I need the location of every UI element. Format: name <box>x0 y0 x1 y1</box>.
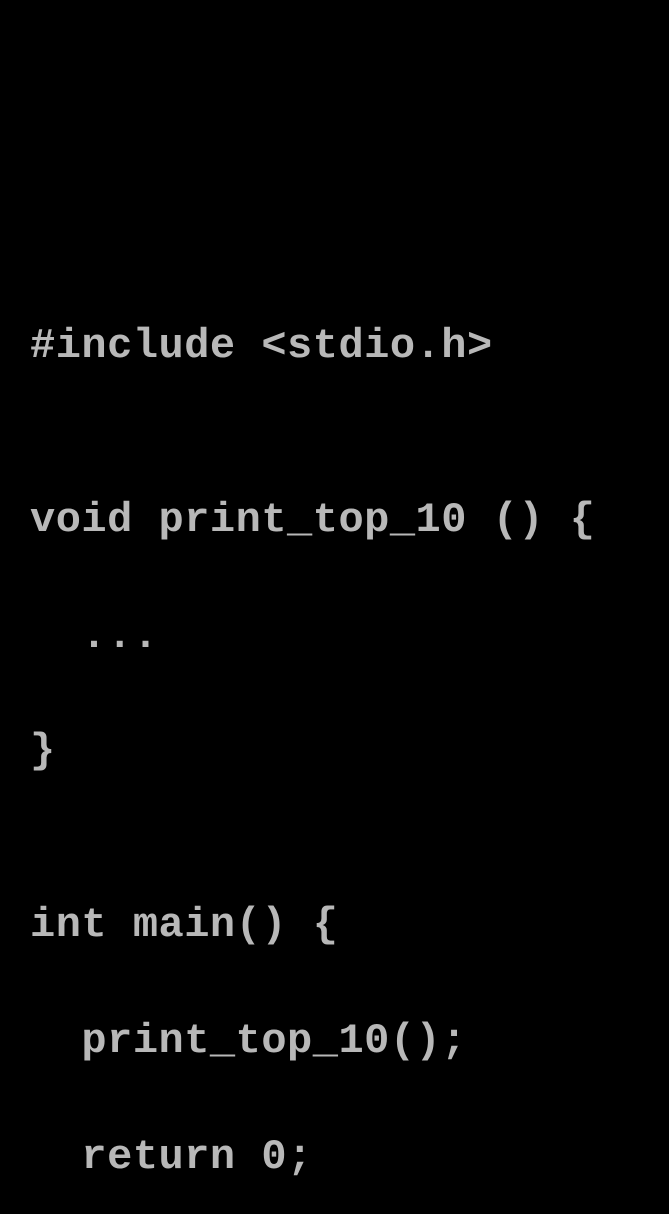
code-line: int main() { <box>30 897 639 955</box>
code-line: } <box>30 723 639 781</box>
code-line: print_top_10(); <box>30 1013 639 1071</box>
code-line: return 0; <box>30 1129 639 1187</box>
code-line: ... <box>30 608 639 666</box>
code-line: void print_top_10 () { <box>30 492 639 550</box>
code-line: #include <stdio.h> <box>30 318 639 376</box>
code-block: #include <stdio.h> void print_top_10 () … <box>30 260 639 1214</box>
